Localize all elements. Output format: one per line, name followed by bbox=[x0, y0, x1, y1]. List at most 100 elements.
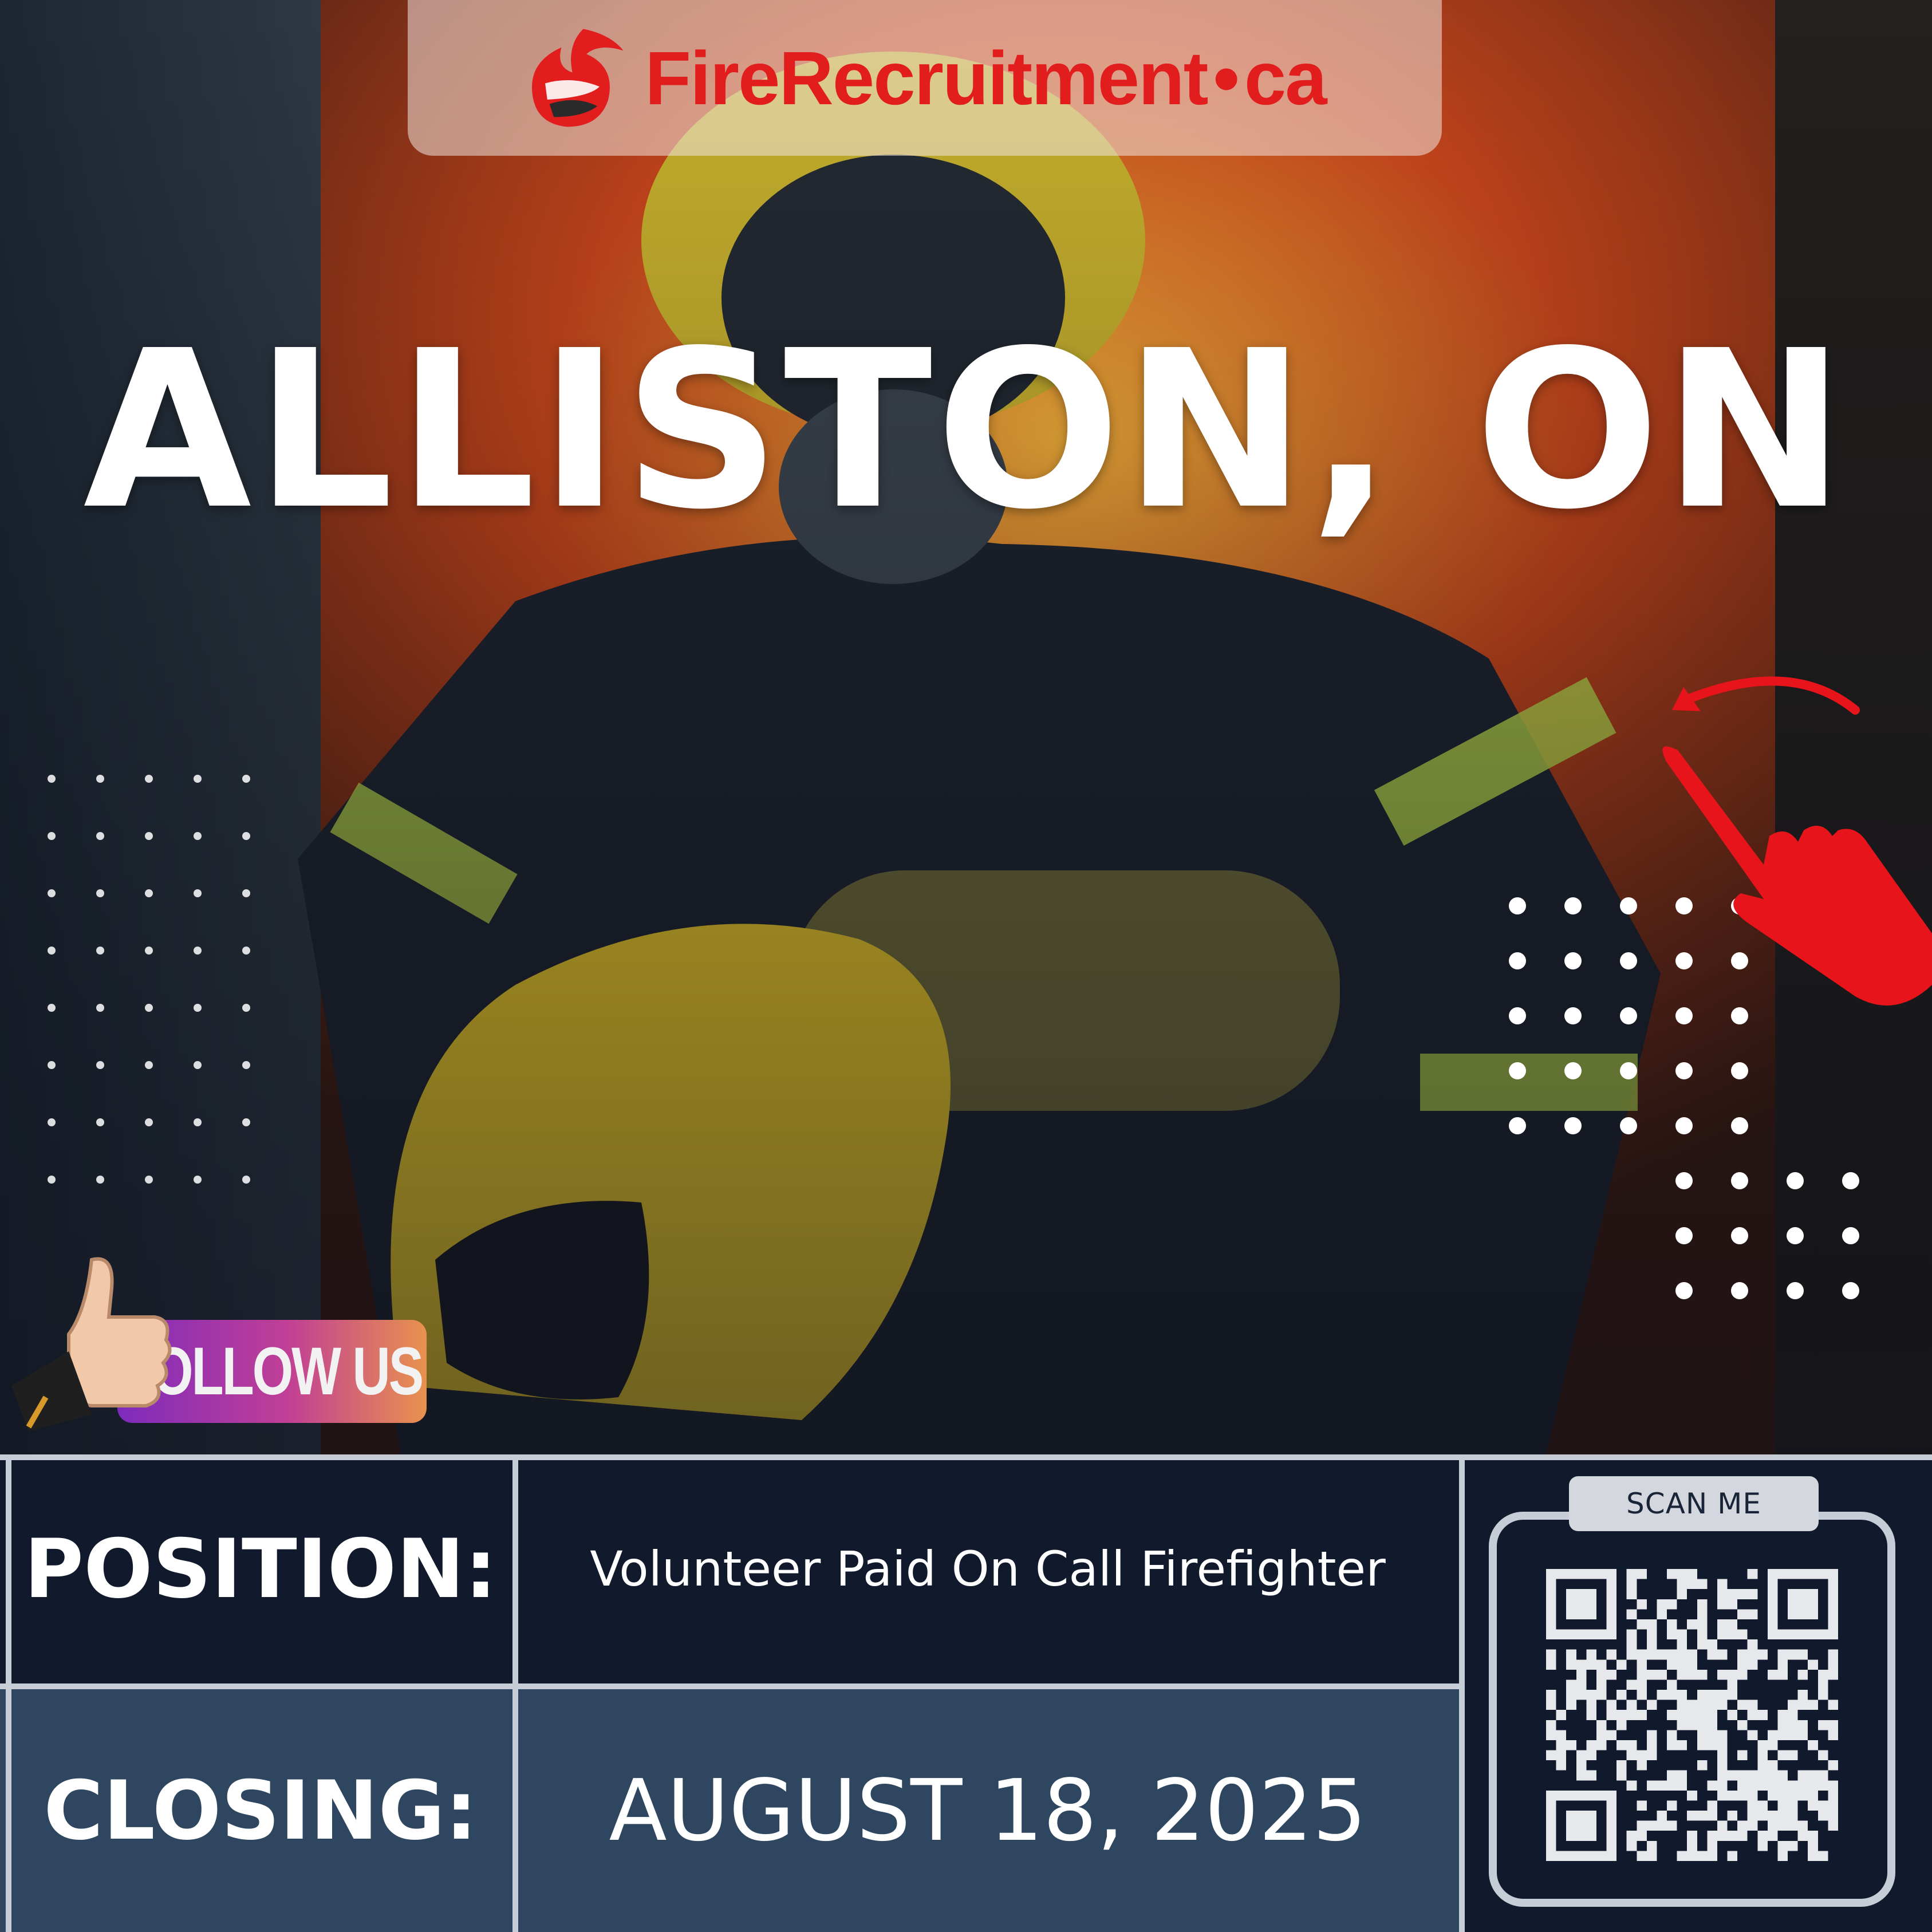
dot bbox=[145, 775, 153, 783]
dot bbox=[194, 775, 202, 783]
follow-us-badge[interactable]: FOLLOW US bbox=[6, 1248, 429, 1432]
dot bbox=[48, 1004, 56, 1012]
dot bbox=[1787, 1227, 1804, 1244]
qr-code[interactable] bbox=[1546, 1569, 1838, 1861]
dot bbox=[194, 832, 202, 840]
position-label-cell: POSITION: bbox=[11, 1454, 510, 1683]
dot bbox=[1620, 1117, 1637, 1134]
dot bbox=[242, 775, 250, 783]
dot bbox=[1731, 1172, 1748, 1189]
grid-line bbox=[6, 1454, 11, 1932]
dot bbox=[145, 1061, 153, 1069]
dot bbox=[1787, 1282, 1804, 1299]
dot bbox=[242, 1118, 250, 1126]
dot bbox=[96, 1061, 104, 1069]
dot bbox=[1564, 1062, 1582, 1079]
dot bbox=[194, 947, 202, 955]
dot bbox=[1509, 1007, 1526, 1024]
dot bbox=[1509, 1117, 1526, 1134]
closing-date: AUGUST 18, 2025 bbox=[609, 1761, 1367, 1860]
brand-separator: • bbox=[1213, 36, 1240, 120]
dot bbox=[145, 889, 153, 897]
dot bbox=[1564, 1007, 1582, 1024]
scan-me-tab: SCAN ME bbox=[1569, 1476, 1819, 1531]
grid-line bbox=[0, 1454, 1932, 1460]
position-value-cell: Volunteer Paid On Call Firefighter bbox=[518, 1454, 1457, 1683]
dot bbox=[96, 1118, 104, 1126]
curved-arrow-icon bbox=[1685, 676, 1860, 715]
dot bbox=[48, 1118, 56, 1126]
dot bbox=[1675, 1062, 1693, 1079]
dot bbox=[242, 832, 250, 840]
dot bbox=[1731, 1062, 1748, 1079]
dot bbox=[1509, 952, 1526, 969]
dot bbox=[96, 775, 104, 783]
dot bbox=[1675, 1117, 1693, 1134]
dot bbox=[194, 1061, 202, 1069]
brand-name: FireRecruitment bbox=[645, 36, 1208, 120]
dot bbox=[1675, 1227, 1693, 1244]
dot bbox=[1731, 1117, 1748, 1134]
brand-logo-bar: FireRecruitment•ca bbox=[408, 0, 1442, 156]
position-label: POSITION: bbox=[24, 1521, 497, 1616]
brand-wordmark: FireRecruitment•ca bbox=[645, 35, 1327, 121]
dot bbox=[96, 889, 104, 897]
dot bbox=[96, 947, 104, 955]
dot bbox=[1509, 897, 1526, 914]
dot bbox=[1731, 1282, 1748, 1299]
dot bbox=[1842, 1172, 1859, 1189]
dot bbox=[96, 1176, 104, 1184]
dot bbox=[194, 889, 202, 897]
flame-logo-icon bbox=[532, 29, 624, 127]
dot bbox=[48, 947, 56, 955]
thumbs-up-icon bbox=[11, 1257, 172, 1432]
brand-suffix: ca bbox=[1244, 36, 1327, 120]
dot bbox=[96, 1004, 104, 1012]
dot bbox=[1842, 1227, 1859, 1244]
position-value: Volunteer Paid On Call Firefighter bbox=[590, 1541, 1386, 1597]
dot bbox=[194, 1176, 202, 1184]
dot bbox=[145, 1176, 153, 1184]
dot bbox=[1620, 952, 1637, 969]
dot bbox=[1731, 1007, 1748, 1024]
grid-line bbox=[0, 1683, 1465, 1689]
grid-line bbox=[1459, 1454, 1465, 1932]
dot bbox=[1842, 1282, 1859, 1299]
dot bbox=[48, 1061, 56, 1069]
dot bbox=[96, 832, 104, 840]
dot bbox=[242, 1004, 250, 1012]
dot bbox=[1731, 1227, 1748, 1244]
dot bbox=[48, 1176, 56, 1184]
grid-line bbox=[512, 1454, 518, 1932]
closing-label-cell: CLOSING: bbox=[11, 1689, 510, 1932]
dot bbox=[242, 1176, 250, 1184]
dot bbox=[242, 889, 250, 897]
dot bbox=[1620, 1062, 1637, 1079]
city-headline: ALLISTON, ON bbox=[83, 303, 1849, 557]
dot bbox=[48, 889, 56, 897]
dot-grid-left bbox=[48, 775, 250, 1184]
dot bbox=[1564, 952, 1582, 969]
dot bbox=[242, 947, 250, 955]
dot bbox=[145, 1004, 153, 1012]
dot bbox=[48, 832, 56, 840]
dot bbox=[1564, 897, 1582, 914]
dot bbox=[1564, 1117, 1582, 1134]
closing-value-cell: AUGUST 18, 2025 bbox=[518, 1689, 1457, 1932]
dot bbox=[1620, 1007, 1637, 1024]
dot bbox=[1620, 897, 1637, 914]
scan-me-label: SCAN ME bbox=[1626, 1487, 1761, 1520]
closing-label: CLOSING: bbox=[44, 1763, 478, 1858]
dot bbox=[145, 947, 153, 955]
dot bbox=[145, 1118, 153, 1126]
dot bbox=[1675, 1172, 1693, 1189]
dot bbox=[1675, 1282, 1693, 1299]
dot bbox=[48, 775, 56, 783]
dot bbox=[145, 832, 153, 840]
dot bbox=[1675, 1007, 1693, 1024]
dot bbox=[242, 1061, 250, 1069]
dot bbox=[194, 1004, 202, 1012]
dot bbox=[1509, 1062, 1526, 1079]
dot bbox=[1787, 1172, 1804, 1189]
pointing-hand-icon bbox=[1662, 676, 1932, 1006]
